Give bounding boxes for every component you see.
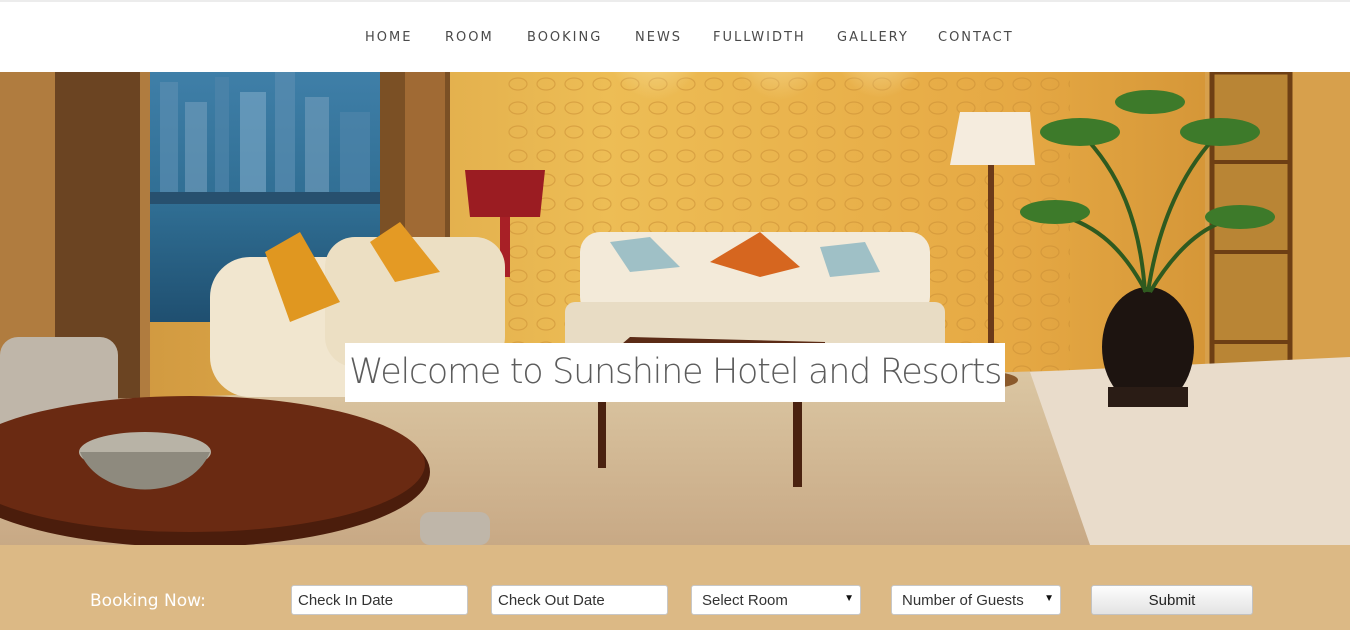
nav-item-fullwidth[interactable]: FULLWIDTH	[713, 30, 806, 48]
check-in-input[interactable]	[292, 586, 467, 614]
welcome-banner: Welcome to Sunshine Hotel and Resorts	[345, 343, 1005, 402]
nav-item-contact[interactable]: CONTACT	[938, 30, 1014, 48]
check-in-field	[291, 585, 468, 615]
room-select[interactable]: Select Room ▼	[691, 585, 861, 615]
chevron-down-icon: ▼	[844, 593, 854, 604]
booking-bar: Booking Now: Select Room ▼ Number of Gue…	[0, 545, 1350, 630]
hero-title: Welcome to Sunshine Hotel and Resorts	[348, 352, 1002, 392]
check-out-field	[491, 585, 668, 615]
hero-banner: Welcome to Sunshine Hotel and Resorts	[0, 72, 1350, 545]
hero-image	[0, 72, 1350, 545]
guests-select-value: Number of Guests	[902, 592, 1024, 609]
nav-menu: HOME ROOM BOOKING NEWS FULLWIDTH GALLERY…	[0, 2, 1350, 72]
nav-item-booking[interactable]: BOOKING	[527, 30, 602, 48]
guests-select[interactable]: Number of Guests ▼	[891, 585, 1061, 615]
nav-item-news[interactable]: NEWS	[635, 30, 682, 48]
check-out-input[interactable]	[492, 586, 667, 614]
main-navigation: HOME ROOM BOOKING NEWS FULLWIDTH GALLERY…	[0, 2, 1350, 72]
nav-item-home[interactable]: HOME	[365, 30, 412, 48]
nav-item-gallery[interactable]: GALLERY	[837, 30, 909, 48]
submit-button[interactable]: Submit	[1091, 585, 1253, 615]
room-select-value: Select Room	[702, 592, 788, 609]
chevron-down-icon: ▼	[1044, 593, 1054, 604]
nav-item-room[interactable]: ROOM	[445, 30, 494, 48]
booking-label: Booking Now:	[90, 591, 206, 611]
